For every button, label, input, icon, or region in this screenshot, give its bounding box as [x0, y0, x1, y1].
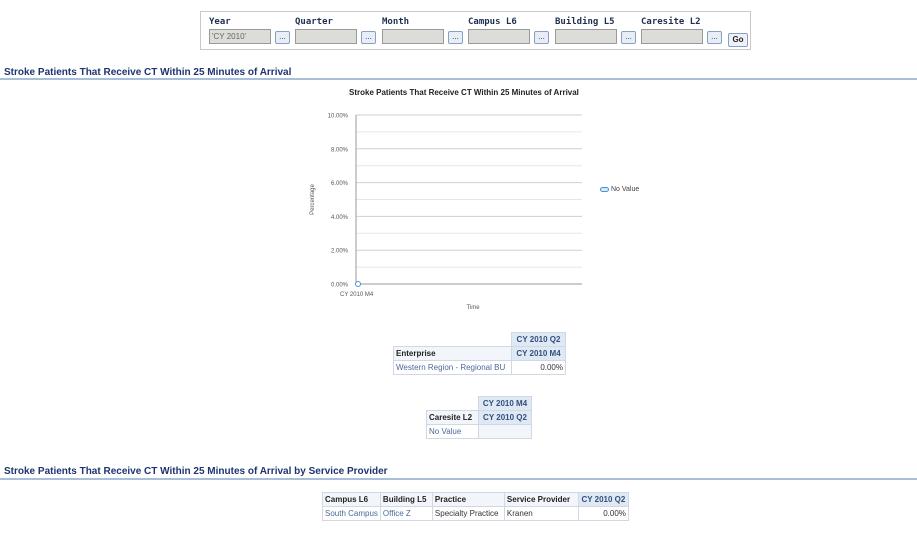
section-divider	[0, 478, 917, 480]
cell-service-provider: Kranen	[503, 506, 579, 521]
year-label: Year	[209, 17, 231, 27]
building-l5-label: Building L5	[555, 17, 615, 27]
table-row: Western Region - Regional BU 0.00%	[393, 360, 566, 375]
campus-l6-label: Campus L6	[468, 17, 517, 27]
quarter-prompt: Quarter ...	[295, 17, 376, 44]
row-value	[478, 424, 532, 439]
x-tick-label: CY 2010 M4	[340, 292, 374, 298]
building-l5-browse-button[interactable]: ...	[621, 31, 636, 44]
year-browse-button[interactable]: ...	[275, 31, 290, 44]
building-l5-input[interactable]	[555, 29, 617, 44]
col-header-campus: Campus L6	[322, 492, 381, 507]
building-l5-prompt: Building L5 ...	[555, 17, 636, 44]
row-header-caresite: Caresite L2	[426, 410, 479, 425]
col-header-service-provider: Service Provider	[503, 492, 579, 507]
caresite-l2-input[interactable]	[641, 29, 703, 44]
caresite-l2-prompt: Caresite L2 ...	[641, 17, 722, 44]
col-header-practice: Practice	[431, 492, 505, 507]
chart-legend: No Value	[600, 186, 639, 193]
col-header-building: Building L5	[379, 492, 433, 507]
month-prompt: Month ...	[382, 17, 463, 44]
month-browse-button[interactable]: ...	[448, 31, 463, 44]
campus-l6-browse-button[interactable]: ...	[534, 31, 549, 44]
year-input[interactable]: 'CY 2010'	[209, 29, 271, 44]
filter-prompt-panel: Year 'CY 2010' ... Quarter ... Month ...…	[200, 11, 751, 50]
campus-l6-input[interactable]	[468, 29, 530, 44]
section-title-service-provider: Stroke Patients That Receive CT Within 2…	[4, 466, 388, 477]
y-tick-label: 2.00%	[331, 249, 349, 255]
col-header-sub: CY 2010 M4	[511, 346, 566, 361]
caresite-l2-label: Caresite L2	[641, 17, 701, 27]
cell-practice: Specialty Practice	[431, 506, 505, 521]
line-chart: 0.00% 2.00% 4.00% 6.00% 8.00% 10.00% CY 2010 M…	[310, 114, 582, 311]
year-prompt: Year 'CY 2010' ...	[209, 17, 290, 44]
row-header-enterprise: Enterprise	[393, 346, 512, 361]
x-axis-label: Time	[466, 305, 480, 311]
month-label: Month	[382, 17, 410, 27]
table-row: No Value	[426, 424, 532, 439]
month-input[interactable]	[382, 29, 444, 44]
row-label[interactable]: No Value	[426, 424, 479, 439]
y-tick-label: 0.00%	[331, 283, 349, 289]
caresite-l2-browse-button[interactable]: ...	[707, 31, 722, 44]
table-row: South Campus Office Z Specialty Practice…	[322, 506, 629, 521]
y-tick-label: 6.00%	[331, 181, 349, 187]
section-divider	[0, 78, 917, 80]
enterprise-pivot-table: CY 2010 Q2 Enterprise CY 2010 M4 Western…	[393, 332, 566, 375]
data-point	[355, 281, 361, 287]
col-header-sub: CY 2010 Q2	[478, 410, 532, 425]
y-tick-label: 8.00%	[331, 147, 349, 153]
row-value: 0.00%	[511, 360, 566, 375]
section-title-ct-arrival: Stroke Patients That Receive CT Within 2…	[4, 67, 292, 78]
campus-l6-prompt: Campus L6 ...	[468, 17, 549, 44]
cell-value: 0.00%	[577, 506, 629, 521]
legend-swatch-icon	[600, 187, 609, 192]
y-tick-label: 4.00%	[331, 215, 349, 221]
service-provider-table: Campus L6 Building L5 Practice Service P…	[322, 492, 629, 521]
col-header-quarter: CY 2010 Q2	[577, 492, 629, 507]
legend-label: No Value	[611, 186, 640, 193]
cell-campus[interactable]: South Campus	[322, 506, 381, 521]
y-tick-label: 10.00%	[328, 114, 349, 120]
col-header-top: CY 2010 Q2	[511, 332, 566, 347]
cell-building[interactable]: Office Z	[379, 506, 433, 521]
chart-title: Stroke Patients That Receive CT Within 2…	[349, 88, 579, 97]
quarter-label: Quarter	[295, 17, 333, 27]
y-axis-label: Percentage	[310, 184, 316, 215]
go-button[interactable]: Go	[728, 33, 748, 47]
caresite-pivot-table: CY 2010 M4 Caresite L2 CY 2010 Q2 No Val…	[426, 396, 532, 439]
quarter-browse-button[interactable]: ...	[361, 31, 376, 44]
quarter-input[interactable]	[295, 29, 357, 44]
col-header-top: CY 2010 M4	[478, 396, 532, 411]
row-label[interactable]: Western Region - Regional BU	[393, 360, 512, 375]
